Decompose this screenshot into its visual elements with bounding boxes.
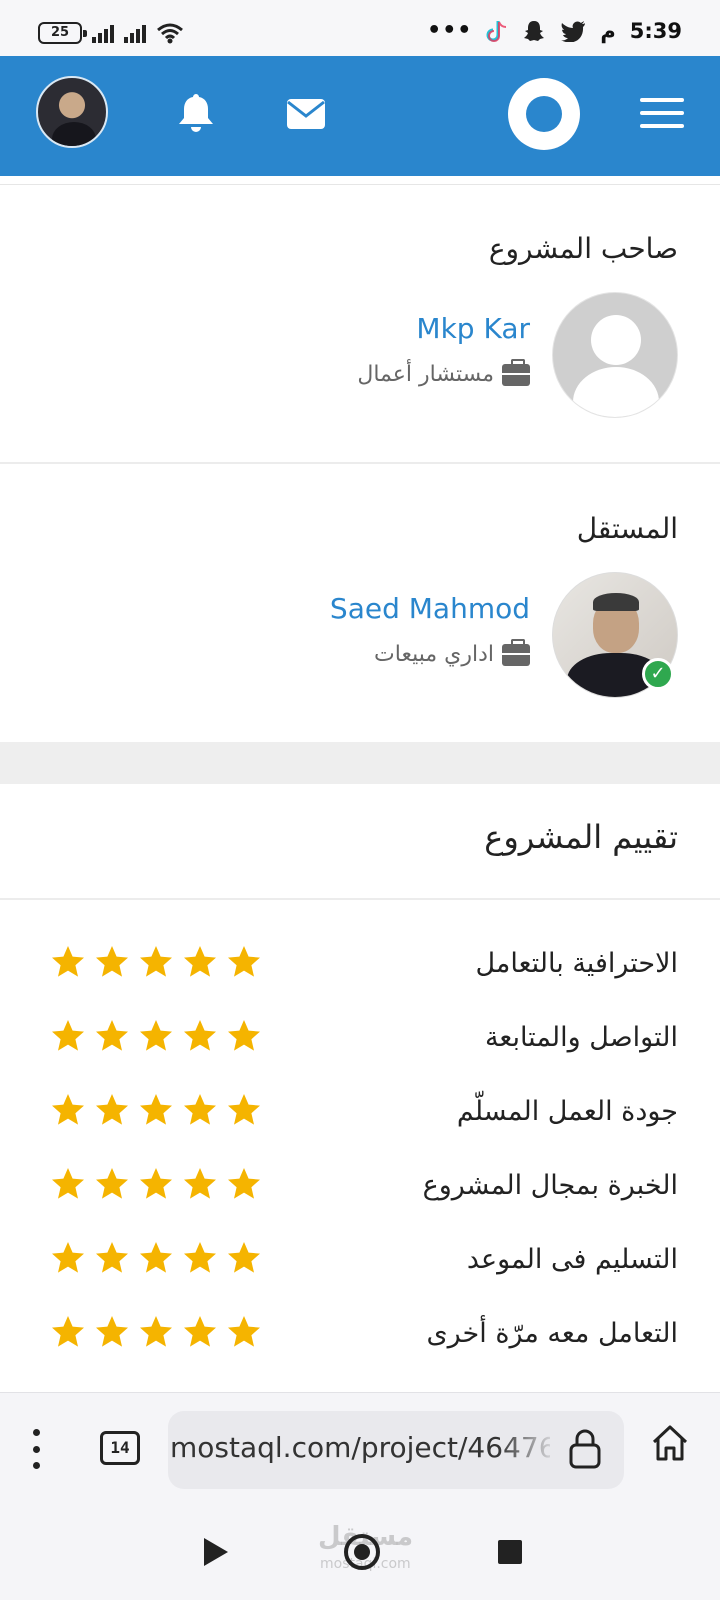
rating-label: التسليم فى الموعد bbox=[466, 1244, 678, 1275]
clock: 5:39 bbox=[629, 18, 682, 43]
star-icon bbox=[228, 1020, 260, 1051]
owner-section-title: صاحب المشروع bbox=[488, 232, 678, 265]
rating-section-title: تقييم المشروع bbox=[484, 818, 678, 856]
tiktok-icon bbox=[486, 20, 507, 42]
battery-icon: 25 bbox=[38, 22, 87, 44]
rating-label: التعامل معه مرّة أخرى bbox=[426, 1318, 678, 1349]
star-icon bbox=[184, 1020, 216, 1051]
menu-icon[interactable] bbox=[640, 98, 684, 128]
owner-role-text: مستشار أعمال bbox=[357, 362, 494, 387]
more-notifications-icon: ••• bbox=[427, 18, 473, 43]
lock-icon[interactable] bbox=[568, 1429, 602, 1469]
back-button[interactable] bbox=[204, 1538, 228, 1566]
star-icon bbox=[228, 1094, 260, 1125]
signal-icon bbox=[92, 23, 114, 43]
rating-row: التعامل معه مرّة أخرى bbox=[0, 1314, 720, 1364]
rating-label: الاحترافية بالتعامل bbox=[475, 948, 678, 979]
star-icon bbox=[52, 1316, 84, 1347]
star-icon bbox=[184, 1168, 216, 1199]
freelancer-name-link[interactable]: Saed Mahmod bbox=[330, 592, 530, 625]
star-icon bbox=[228, 1316, 260, 1347]
freelancer-section-title: المستقل bbox=[576, 512, 678, 545]
star-rating bbox=[50, 1166, 262, 1202]
header-divider bbox=[0, 184, 720, 185]
star-icon bbox=[184, 1094, 216, 1125]
status-bar: 25 ••• م 5:39 bbox=[0, 0, 720, 56]
recent-apps-button[interactable] bbox=[498, 1540, 522, 1564]
star-icon bbox=[228, 1168, 260, 1199]
star-icon bbox=[96, 1168, 128, 1199]
address-bar[interactable]: mostaql.com/project/46476 bbox=[168, 1411, 624, 1489]
star-rating bbox=[50, 1314, 262, 1350]
rating-label: جودة العمل المسلّم bbox=[456, 1096, 678, 1127]
system-nav-bar: مستقل mostaql.com bbox=[0, 1504, 720, 1600]
twitter-icon bbox=[561, 20, 586, 42]
tab-count-button[interactable]: 14 bbox=[100, 1431, 140, 1465]
snapchat-icon bbox=[524, 20, 545, 41]
star-icon bbox=[228, 946, 260, 977]
mostaql-logo[interactable] bbox=[508, 78, 580, 150]
wifi-icon bbox=[157, 23, 183, 44]
star-icon bbox=[140, 1242, 172, 1273]
star-icon bbox=[52, 1168, 84, 1199]
star-icon bbox=[96, 1020, 128, 1051]
star-icon bbox=[96, 946, 128, 977]
app-header bbox=[0, 56, 720, 176]
am-pm-indicator: م bbox=[600, 18, 616, 43]
briefcase-icon bbox=[502, 638, 530, 666]
battery-level: 25 bbox=[50, 25, 70, 40]
star-icon bbox=[140, 1168, 172, 1199]
user-avatar[interactable] bbox=[36, 76, 108, 148]
rating-row: التواصل والمتابعة bbox=[0, 1018, 720, 1068]
verified-check-icon: ✓ bbox=[642, 658, 674, 690]
star-icon bbox=[184, 946, 216, 977]
briefcase-icon bbox=[502, 358, 530, 386]
star-rating bbox=[50, 1092, 262, 1128]
star-icon bbox=[96, 1094, 128, 1125]
home-icon[interactable] bbox=[650, 1423, 690, 1463]
star-rating bbox=[50, 1018, 262, 1054]
signal-icon-2 bbox=[124, 23, 146, 43]
home-button[interactable] bbox=[344, 1534, 380, 1570]
star-icon bbox=[96, 1316, 128, 1347]
star-icon bbox=[52, 1020, 84, 1051]
mail-icon[interactable] bbox=[286, 98, 326, 130]
bell-icon[interactable] bbox=[176, 92, 216, 134]
star-icon bbox=[140, 1020, 172, 1051]
owner-role: مستشار أعمال bbox=[357, 358, 530, 387]
section-divider bbox=[0, 462, 720, 464]
star-icon bbox=[228, 1242, 260, 1273]
star-icon bbox=[52, 946, 84, 977]
freelancer-role: اداري مبيعات bbox=[374, 638, 530, 667]
owner-name-link[interactable]: Mkp Kar bbox=[416, 312, 530, 345]
url-text: mostaql.com/project/46476 bbox=[170, 1431, 550, 1464]
star-icon bbox=[52, 1242, 84, 1273]
section-separator bbox=[0, 742, 720, 784]
star-icon bbox=[140, 1094, 172, 1125]
rating-row: جودة العمل المسلّم bbox=[0, 1092, 720, 1142]
star-icon bbox=[96, 1242, 128, 1273]
rating-label: التواصل والمتابعة bbox=[484, 1022, 678, 1053]
owner-avatar[interactable] bbox=[552, 292, 678, 418]
browser-toolbar: 14 mostaql.com/project/46476 bbox=[0, 1392, 720, 1504]
star-icon bbox=[140, 1316, 172, 1347]
freelancer-role-text: اداري مبيعات bbox=[374, 642, 494, 667]
star-icon bbox=[184, 1316, 216, 1347]
rating-row: الاحترافية بالتعامل bbox=[0, 944, 720, 994]
rating-row: الخبرة بمجال المشروع bbox=[0, 1166, 720, 1216]
browser-menu-icon[interactable] bbox=[30, 1429, 42, 1469]
star-rating bbox=[50, 1240, 262, 1276]
rating-label: الخبرة بمجال المشروع bbox=[422, 1170, 678, 1201]
star-icon bbox=[184, 1242, 216, 1273]
rating-row: التسليم فى الموعد bbox=[0, 1240, 720, 1290]
star-rating bbox=[50, 944, 262, 980]
star-icon bbox=[52, 1094, 84, 1125]
star-icon bbox=[140, 946, 172, 977]
rating-divider bbox=[0, 898, 720, 900]
